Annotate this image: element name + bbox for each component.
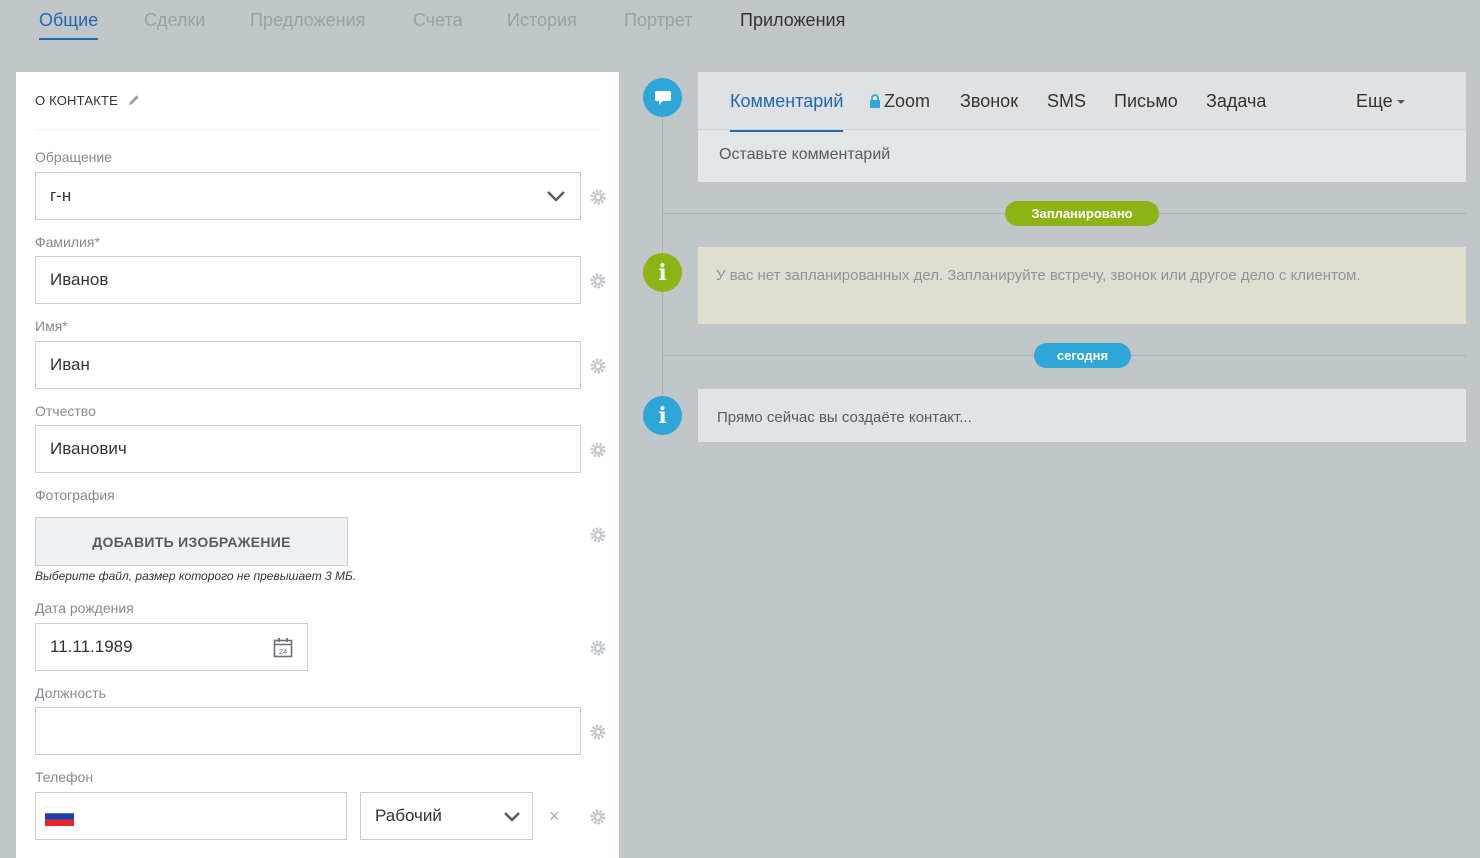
today-badge: сегодня (1034, 343, 1131, 368)
today-text: Прямо сейчас вы создаёте контакт... (717, 409, 972, 426)
gear-icon[interactable] (590, 273, 606, 289)
gear-icon[interactable] (590, 640, 606, 656)
more-menu[interactable]: Еще (1356, 91, 1405, 112)
tab-sms[interactable]: SMS (1047, 91, 1086, 112)
activity-editor: Комментарий Zoom Звонок SMS Письмо Задач… (698, 72, 1466, 182)
last-name-label: Фамилия* (35, 234, 100, 250)
caret-down-icon (1396, 100, 1405, 104)
tab-deals[interactable]: Сделки (144, 10, 205, 31)
gear-icon[interactable] (590, 442, 606, 458)
gear-icon[interactable] (590, 809, 606, 825)
photo-label: Фотография (35, 487, 115, 503)
planned-empty-card: У вас нет запланированных дел. Запланиру… (698, 247, 1466, 324)
gear-icon[interactable] (590, 189, 606, 205)
tab-invoices[interactable]: Счета (413, 10, 463, 31)
add-image-button[interactable]: ДОБАВИТЬ ИЗОБРАЖЕНИЕ (35, 517, 348, 566)
chevron-down-icon (547, 191, 565, 202)
chevron-down-icon (504, 812, 520, 822)
position-field[interactable] (35, 707, 581, 755)
entity-tabs: Общие Сделки Предложения Счета История П… (0, 0, 1480, 50)
section-divider (35, 129, 601, 130)
tab-task[interactable]: Задача (1206, 91, 1266, 112)
gear-icon[interactable] (590, 358, 606, 374)
tab-zoom[interactable]: Zoom (869, 91, 930, 112)
section-title: О КОНТАКТЕ (35, 93, 119, 108)
photo-hint: Выберите файл, размер которого не превыш… (35, 569, 357, 583)
planned-empty-text: У вас нет запланированных дел. Запланиру… (716, 267, 1361, 284)
tab-applications[interactable]: Приложения (740, 10, 845, 31)
tab-quotes[interactable]: Предложения (250, 10, 365, 31)
phone-field[interactable] (35, 792, 347, 840)
svg-text:24: 24 (279, 647, 287, 656)
middle-name-label: Отчество (35, 403, 96, 419)
birthdate-label: Дата рождения (35, 600, 134, 616)
editor-tabs: Комментарий Zoom Звонок SMS Письмо Задач… (698, 72, 1466, 132)
gear-icon[interactable] (590, 527, 606, 543)
planned-badge: Запланировано (1005, 201, 1159, 226)
pencil-icon[interactable] (128, 94, 140, 106)
russia-flag-icon[interactable] (45, 807, 74, 826)
info-icon: i (643, 253, 682, 292)
info-icon: i (643, 396, 682, 435)
gear-icon[interactable] (590, 724, 606, 740)
calendar-icon[interactable]: 24 (273, 637, 293, 658)
lock-icon (870, 94, 880, 108)
comment-icon (643, 78, 682, 117)
contact-panel: О КОНТАКТЕ Обращение г-н Фамилия* Иванов… (16, 72, 619, 858)
close-icon[interactable]: × (549, 806, 560, 827)
tab-history[interactable]: История (507, 10, 577, 31)
phone-label: Телефон (35, 769, 94, 785)
comment-input[interactable]: Оставьте комментарий (719, 146, 890, 164)
salutation-value: г-н (50, 186, 72, 205)
first-name-field[interactable]: Иван (35, 341, 581, 389)
more-label: Еще (1356, 91, 1393, 111)
tab-zoom-label: Zoom (884, 91, 931, 111)
salutation-select[interactable]: г-н (35, 172, 581, 220)
tab-comment[interactable]: Комментарий (730, 91, 844, 132)
middle-name-field[interactable]: Иванович (35, 425, 581, 473)
salutation-label: Обращение (35, 149, 112, 165)
birthdate-value: 11.11.1989 (50, 637, 133, 656)
today-card: Прямо сейчас вы создаёте контакт... (698, 389, 1466, 442)
phone-type-value: Рабочий (375, 806, 442, 825)
birthdate-field[interactable]: 11.11.1989 24 (35, 623, 308, 671)
tab-email[interactable]: Письмо (1114, 91, 1178, 112)
tab-call[interactable]: Звонок (960, 91, 1018, 112)
position-label: Должность (35, 685, 106, 701)
tab-general[interactable]: Общие (39, 10, 99, 40)
last-name-field[interactable]: Иванов (35, 256, 581, 304)
first-name-label: Имя* (35, 318, 68, 334)
phone-type-select[interactable]: Рабочий (360, 792, 533, 840)
tab-portrait[interactable]: Портрет (624, 10, 692, 31)
